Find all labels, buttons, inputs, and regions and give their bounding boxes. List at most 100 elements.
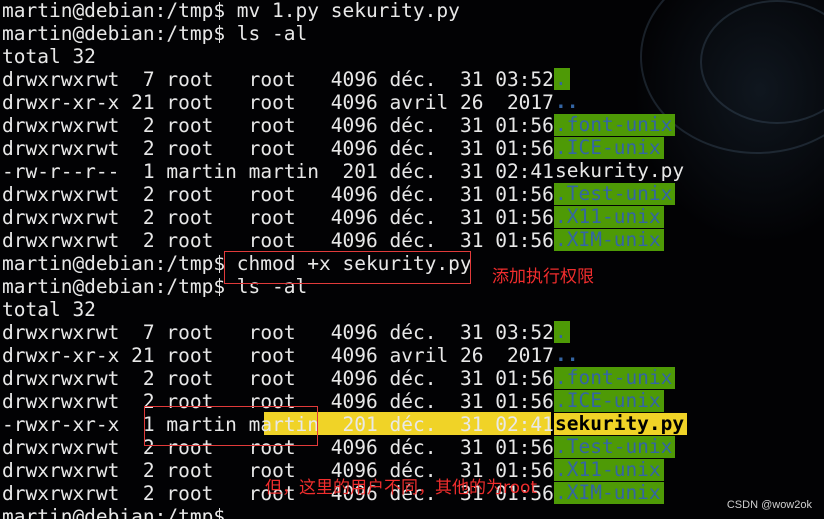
link-count: 2 <box>131 229 155 252</box>
file-day: 31 <box>459 413 484 436</box>
terminal-line: drwxrwxrwt 7 root root 4096 déc. 31 03:5… <box>2 321 822 344</box>
link-count: 21 <box>131 344 155 367</box>
file-group: root <box>248 229 320 252</box>
file-permissions: drwxrwxrwt <box>2 114 120 137</box>
file-time: 01:56 <box>495 114 554 137</box>
file-size: 4096 <box>330 91 378 114</box>
file-owner: root <box>166 482 237 505</box>
file-owner: root <box>166 206 237 229</box>
file-day: 31 <box>459 367 484 390</box>
file-group: root <box>248 206 320 229</box>
file-time: 2017 <box>495 344 554 367</box>
file-day: 31 <box>459 137 484 160</box>
owner-annotation-box <box>144 406 318 446</box>
terminal-window[interactable]: martin@debian:/tmp$ mv 1.py sekurity.py m… <box>0 0 824 519</box>
link-count: 2 <box>131 114 155 137</box>
file-name: . <box>554 321 570 343</box>
link-count: 2 <box>131 183 155 206</box>
link-count: 7 <box>131 321 155 344</box>
terminal-line: drwxr-xr-x 21 root root 4096 avril 26 20… <box>2 91 822 115</box>
terminal-line: drwxrwxrwt 2 root root 4096 déc. 31 01:5… <box>2 367 822 390</box>
file-permissions: drwxrwxrwt <box>2 137 120 160</box>
file-month: déc. <box>389 160 449 183</box>
file-day: 31 <box>459 114 484 137</box>
file-owner: root <box>166 68 237 91</box>
file-permissions: drwxrwxrwt <box>2 183 120 206</box>
file-month: avril <box>389 91 449 114</box>
shell-prompt: martin@debian:/tmp$ <box>2 252 226 275</box>
file-owner: root <box>166 114 237 137</box>
chmod-annotation-label: 添加执行权限 <box>492 267 594 287</box>
file-permissions: drwxr-xr-x <box>2 344 120 367</box>
shell-command: ls -al <box>225 22 308 45</box>
file-group: root <box>248 344 320 367</box>
file-size: 4096 <box>330 436 378 459</box>
file-owner: root <box>166 344 237 367</box>
file-day: 26 <box>459 344 484 367</box>
file-permissions: drwxr-xr-x <box>2 91 120 114</box>
file-month: déc. <box>389 390 449 413</box>
link-count: 1 <box>131 160 155 183</box>
file-size: 4096 <box>330 321 378 344</box>
file-size: 4096 <box>330 183 378 206</box>
file-month: avril <box>389 344 449 367</box>
file-group: root <box>248 68 320 91</box>
output-text: total 32 <box>2 45 96 68</box>
file-size: 4096 <box>330 68 378 91</box>
link-count: 2 <box>131 482 155 505</box>
file-owner: root <box>166 459 237 482</box>
terminal-line: total 32 <box>2 298 822 321</box>
terminal-line: drwxrwxrwt 2 root root 4096 déc. 31 01:5… <box>2 436 822 459</box>
shell-prompt: martin@debian:/tmp$ <box>2 0 226 22</box>
file-owner: martin <box>166 160 237 183</box>
file-owner: root <box>166 229 237 252</box>
file-permissions: drwxrwxrwt <box>2 436 120 459</box>
shell-prompt: martin@debian:/tmp$ <box>2 22 226 45</box>
chmod-command-annotation-box <box>224 251 471 284</box>
file-group: root <box>248 137 320 160</box>
file-month: déc. <box>389 68 449 91</box>
file-time: 02:41 <box>495 160 554 183</box>
owner-annotation-label: 但，这里的用户不同，其他的为root <box>265 478 538 498</box>
file-size: 4096 <box>330 229 378 252</box>
terminal-line: total 32 <box>2 45 822 68</box>
file-owner: root <box>166 321 237 344</box>
file-time: 01:56 <box>495 436 554 459</box>
link-count: 21 <box>131 91 155 114</box>
